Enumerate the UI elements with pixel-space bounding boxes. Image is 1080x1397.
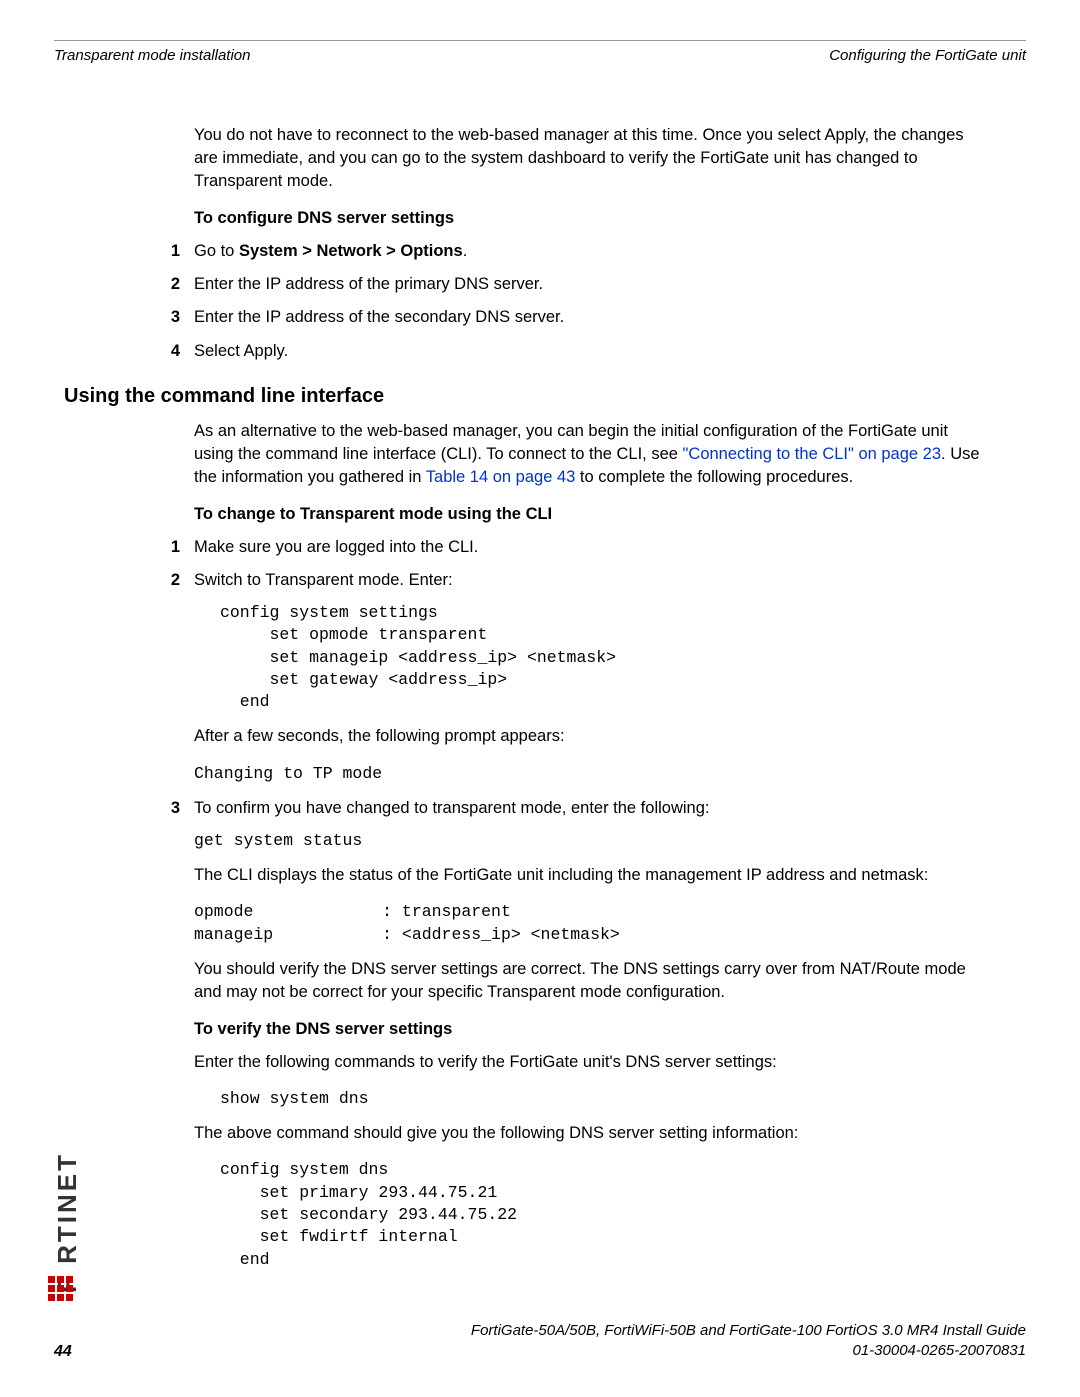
step-number: 2 [152,273,194,296]
dns-config-heading: To configure DNS server settings [194,209,986,228]
step-text: Select Apply. [194,340,986,363]
cli-section-heading: Using the command line interface [64,385,986,408]
cli-transparent-heading: To change to Transparent mode using the … [194,505,986,524]
step-number: 3 [152,797,194,820]
step-text-prefix: Go to [194,242,239,260]
cli-intro-para: As an alternative to the web-based manag… [194,420,986,489]
step-number: 3 [152,306,194,329]
header-left: Transparent mode installation [54,47,251,64]
intro-paragraph: You do not have to reconnect to the web-… [194,124,986,193]
step-text: To confirm you have changed to transpare… [194,797,986,820]
page-footer: FortiGate-50A/50B, FortiWiFi-50B and For… [54,1321,1026,1362]
after-seconds-para: After a few seconds, the following promp… [194,725,986,748]
code-changing-tp: Changing to TP mode [194,763,986,785]
step-text: Make sure you are logged into the CLI. [194,536,986,559]
code-config-settings: config system settings set opmode transp… [194,602,986,713]
step-number: 1 [152,240,194,263]
link-connecting-cli[interactable]: "Connecting to the CLI" on page 23 [683,445,941,463]
above-cmd-para: The above command should give you the fo… [194,1122,986,1145]
cli-intro-text-c: to complete the following procedures. [575,468,853,486]
step-2: 2 Enter the IP address of the primary DN… [194,273,986,296]
footer-line1: FortiGate-50A/50B, FortiWiFi-50B and For… [54,1321,1026,1341]
code-config-dns: config system dns set primary 293.44.75.… [194,1159,986,1270]
step-text: Enter the IP address of the primary DNS … [194,273,986,296]
step-number: 4 [152,340,194,363]
step-number: 2 [152,569,194,592]
step-text-suffix: . [463,242,468,260]
fortinet-icon [48,1276,73,1301]
page-number: 44 [54,1343,72,1361]
step-text: Enter the IP address of the secondary DN… [194,306,986,329]
code-show-dns: show system dns [194,1088,986,1110]
code-opmode: opmode : transparent manageip : <address… [194,901,986,946]
cli-step-2: 2 Switch to Transparent mode. Enter: [194,569,986,592]
footer-line2: 01-30004-0265-20070831 [54,1341,1026,1361]
header-right: Configuring the FortiGate unit [829,47,1026,64]
code-get-status: get system status [194,830,986,852]
step-4: 4 Select Apply. [194,340,986,363]
step-text: Switch to Transparent mode. Enter: [194,569,986,592]
cli-displays-para: The CLI displays the status of the Forti… [194,864,986,887]
fortinet-logo-text: F RTINET [52,1152,83,1293]
step-text-bold: System > Network > Options [239,242,463,260]
fortinet-logo: F RTINET [46,1097,74,1297]
step-1: 1 Go to System > Network > Options. [194,240,986,263]
step-text: Go to System > Network > Options. [194,240,986,263]
verify-para: You should verify the DNS server setting… [194,958,986,1004]
verify-cmd-para: Enter the following commands to verify t… [194,1051,986,1074]
header-rule [54,40,1026,41]
running-header: Transparent mode installation Configurin… [54,47,1026,64]
link-table-14[interactable]: Table 14 on page 43 [426,468,576,486]
verify-heading: To verify the DNS server settings [194,1020,986,1039]
cli-step-1: 1 Make sure you are logged into the CLI. [194,536,986,559]
step-number: 1 [152,536,194,559]
cli-step-3: 3 To confirm you have changed to transpa… [194,797,986,820]
step-3: 3 Enter the IP address of the secondary … [194,306,986,329]
